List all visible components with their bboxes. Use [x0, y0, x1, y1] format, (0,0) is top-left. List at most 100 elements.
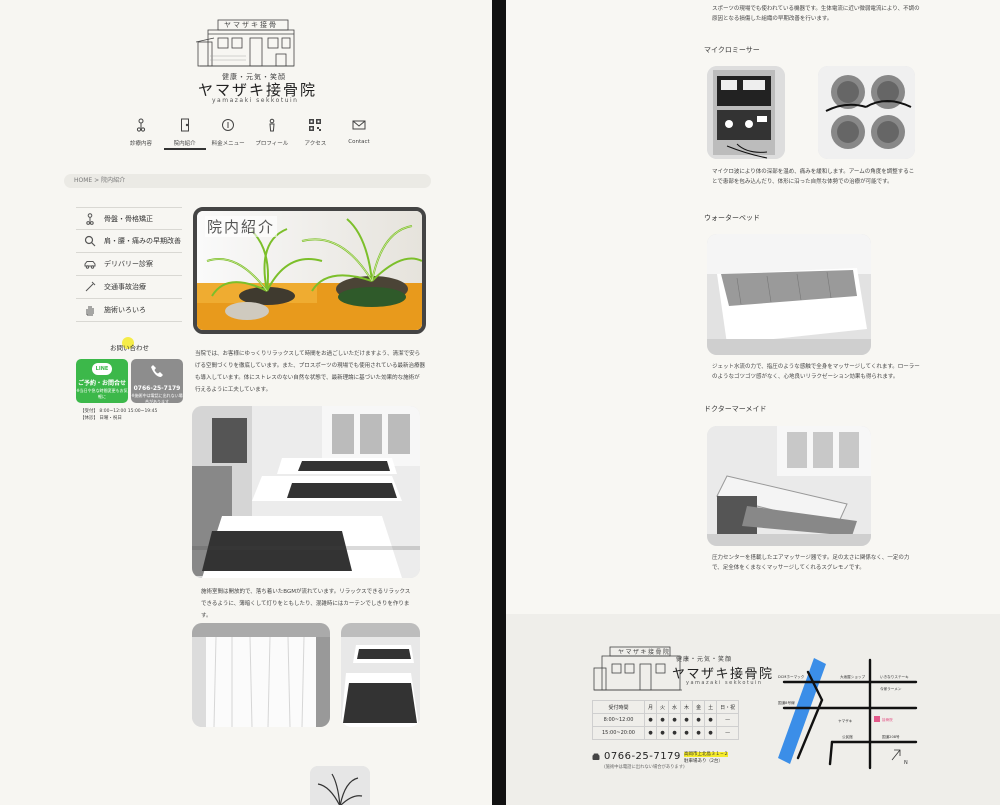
line-icon: LINE: [92, 363, 112, 375]
line-contact-button[interactable]: LINE ご予約・お問合せ ※当日や急な時間変更もお気軽に: [76, 359, 128, 403]
nav-label: プロフィール: [255, 141, 289, 147]
sidebar-item-label: デリバリー診察: [104, 260, 153, 268]
hero-banner: 院内紹介: [193, 207, 426, 334]
svg-text:国道208号: 国道208号: [882, 734, 900, 739]
sidebar-item-label: 施術いろいろ: [104, 306, 146, 314]
sidebar-item-label: 肩・腰・痛みの早期改善: [104, 237, 181, 245]
sidebar-item-label: 交通事故治療: [104, 283, 146, 291]
device-description-text: スポーツの現場でも使われている機器です。生体電流に近い微弱電流により、不調の原因…: [712, 6, 920, 22]
water-bed-description: ジェット水流の力で、指圧のような感触で全身をマッサージしてくれます。ローラーのよ…: [712, 364, 920, 380]
needle-icon: [85, 281, 96, 292]
water-bed-photo: [707, 234, 871, 355]
doctor-mermaid-heading: ドクターマーメイド: [704, 405, 767, 413]
plant-photo: [310, 766, 370, 805]
breadcrumb-current: 院内紹介: [101, 177, 126, 184]
svg-text:ヤマザキ: ヤマザキ: [838, 718, 853, 723]
site-title-roman: yamazaki sekkotuin: [212, 97, 299, 104]
sidebar-item-traffic[interactable]: 交通事故治療: [76, 276, 182, 299]
footer-tagline: 健康・元気・笑顔: [676, 656, 733, 663]
sidebar-item-pelvis[interactable]: 骨盤・骨格矯正: [76, 207, 182, 230]
breadcrumb-separator: >: [94, 177, 100, 184]
table-row: 8:00~12:00 ● ● ● ● ● ● —: [592, 713, 740, 727]
micro-device-photo-2: [818, 66, 915, 159]
treatment-room-photo: [192, 406, 420, 578]
parking-note: 駐車場あり（2台）: [684, 759, 723, 764]
nav-label: 料金メニュー: [211, 141, 245, 147]
svg-text:N: N: [904, 760, 908, 766]
address-line: 高岡市上北島３１−２: [684, 752, 729, 757]
sidebar-item-treatments[interactable]: 施術いろいろ: [76, 299, 182, 322]
hours-closed: 【休診】 日曜・祝日: [80, 416, 122, 421]
doctor-mermaid-description: 圧力センターを搭載したエアマッサージ器です。足の太さに関係なく、一定の力で、足全…: [712, 555, 910, 571]
logo-sign: ヤマザキ接骨院: [224, 20, 278, 29]
nav-label: 診療内容: [129, 141, 152, 147]
phone-icon: [592, 753, 600, 760]
table-row: 15:00~20:00 ● ● ● ● ● ● —: [592, 726, 740, 740]
nav-item-access[interactable]: アクセス: [294, 118, 336, 150]
phone-button-label: 0766-25-7179: [133, 385, 181, 392]
micro-description: マイクロ波により体の深部を温め、痛みを緩和します。アームの角度を調整することで患…: [712, 169, 915, 185]
svg-text:ヤマザキ接骨院: ヤマザキ接骨院: [224, 20, 278, 29]
sidebar-item-pain[interactable]: 肩・腰・痛みの早期改善: [76, 230, 182, 253]
nav-label: 院内紹介: [163, 139, 206, 150]
beds-photo: [341, 623, 420, 727]
phone-contact-button[interactable]: 0766-25-7179 ※施術中は電話に出れない場合があります: [131, 359, 183, 404]
page-right-panel: スポーツの現場でも使われている機器です。生体電流に近い微弱電流により、不調の原因…: [506, 0, 1000, 805]
phone-button-note: ※施術中は電話に出れない場合があります: [131, 393, 183, 404]
person-icon: [269, 118, 275, 132]
svg-text:DCMホーマック: DCMホーマック: [778, 674, 805, 679]
coin-icon: [222, 119, 235, 131]
footer-address: 高岡市上北島３１−２ 駐車場あり（2台）: [684, 751, 729, 765]
svg-text:公民館: 公民館: [842, 734, 853, 739]
svg-text:今家ラーメン: 今家ラーメン: [880, 686, 902, 691]
micro-device-photo-1: [707, 66, 785, 159]
intro-text: 当院では、お客様にゆっくりリラックスして時間をお過ごしいただけますよう、清潔で安…: [195, 351, 426, 393]
bone-icon: [136, 118, 146, 132]
mail-icon: [352, 120, 366, 130]
sidebar-item-label: 骨盤・骨格矯正: [104, 214, 153, 223]
nav-item-contact[interactable]: Contact: [338, 118, 380, 150]
breadcrumb-home[interactable]: HOME: [74, 177, 92, 184]
nav-item-profile[interactable]: プロフィール: [251, 118, 293, 150]
contact-title: お問い合わせ: [110, 344, 149, 352]
site-footer: ヤマザキ接骨院 健康・元気・笑顔 ヤマザキ接骨院 yamazaki sekkot…: [506, 614, 1000, 805]
qr-icon: [309, 119, 322, 131]
clinic-marker: [874, 716, 880, 722]
nav-item-services[interactable]: 診療内容: [120, 118, 162, 150]
doctor-mermaid-photo: [707, 426, 871, 546]
svg-text:大坂屋ショップ: 大坂屋ショップ: [840, 674, 866, 679]
page-left-panel: ヤマザキ接骨院 健康・元気・笑顔 ヤマザキ接骨院 yamazaki sekkot…: [0, 0, 492, 805]
hours-table-header: 受付時間 月 火 水 木 金 土 日・祝: [592, 700, 740, 714]
business-hours: 【受付】 8:00~12:00 15:00~19:45 【休診】 日曜・祝日: [80, 408, 157, 422]
footer-building-logo[interactable]: ヤマザキ接骨院: [592, 644, 682, 692]
bone-icon: [86, 212, 94, 225]
svg-text:国道8号線: 国道8号線: [778, 700, 795, 705]
hand-icon: [86, 306, 94, 316]
hours-reception: 【受付】 8:00~12:00 15:00~19:45: [80, 409, 158, 414]
sidebar-item-delivery[interactable]: デリバリー診察: [76, 253, 182, 276]
svg-text:いきなりステーキ: いきなりステーキ: [880, 674, 909, 679]
magnifier-icon: [84, 235, 96, 247]
sidebar-menu: 骨盤・骨格矯正 肩・腰・痛みの早期改善 デリバリー診察 交通事故治療 施術いろい…: [76, 207, 182, 322]
hero-title: 院内紹介: [205, 216, 278, 237]
door-icon: [180, 118, 189, 132]
footer-phone-number[interactable]: 0766-25-7179: [604, 751, 681, 762]
room-caption: 施術室間は開放的で、落ち着いたBGMが流れています。リラックスできるリラックスで…: [201, 589, 411, 619]
breadcrumb: HOME > 院内紹介: [64, 174, 431, 188]
nav-label: Contact: [348, 139, 370, 145]
micro-heading: マイクロミーサー: [704, 46, 760, 54]
svg-text:接骨院: 接骨院: [882, 717, 893, 722]
water-bed-heading: ウォーターベッド: [704, 214, 760, 222]
footer-phone-note: (施術中は電話に出れない場合があります): [604, 765, 685, 770]
access-map[interactable]: DCMホーマック 大坂屋ショップ いきなりステーキ 今家ラーメン 国道8号線 ヤ…: [774, 650, 924, 772]
footer-site-roman: yamazaki sekkotuin: [686, 680, 763, 686]
global-nav: 診療内容 院内紹介 料金メニュー プロフィール アクセス Contact: [120, 118, 380, 150]
nav-item-price-menu[interactable]: 料金メニュー: [207, 118, 249, 150]
hours-table: 受付時間 月 火 水 木 金 土 日・祝 8:00~12:00 ● ● ● ● …: [592, 700, 740, 740]
car-icon: [84, 261, 96, 269]
line-button-label: ご予約・お問合せ: [77, 380, 126, 387]
svg-text:ヤマザキ接骨院: ヤマザキ接骨院: [618, 648, 671, 656]
nav-item-clinic-intro[interactable]: 院内紹介: [163, 118, 206, 150]
phone-icon: [151, 365, 163, 377]
line-button-note: ※当日や急な時間変更もお気軽に: [76, 388, 128, 399]
